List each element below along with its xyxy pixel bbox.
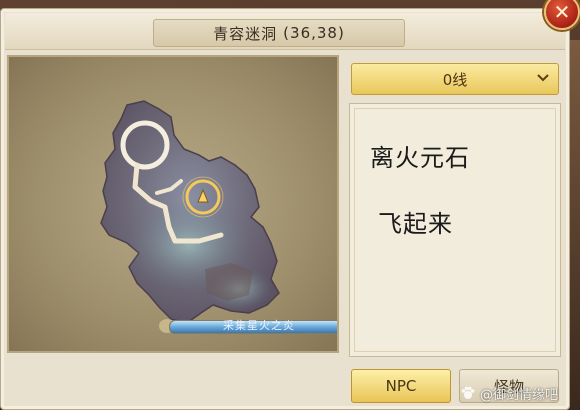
chevron-down-icon [536, 71, 550, 85]
paw-icon [461, 386, 475, 399]
close-icon: ✕ [553, 0, 571, 24]
note-line-1: 离火元石 [370, 144, 470, 172]
map-coordinates: (36,38) [283, 24, 345, 42]
map-title: 青容迷洞 (36,38) [153, 19, 405, 47]
server-line-select[interactable]: 0线 [351, 63, 559, 95]
server-line-value: 0线 [442, 70, 468, 89]
cave-map-drawing [100, 100, 280, 324]
minimap[interactable]: 采集星火之炎 [7, 55, 339, 353]
map-name: 青容迷洞 [213, 24, 278, 43]
progress-label: 采集星火之炎 [223, 319, 295, 332]
title-bar: 青容迷洞 (36,38) [5, 13, 565, 50]
progress-glow [337, 313, 339, 329]
gather-progress-bar: 采集星火之炎 [159, 313, 339, 337]
watermark: @御剑情缘吧 [460, 382, 578, 404]
tab-npc[interactable]: NPC [351, 369, 451, 403]
note-line-2: 飞起来 [378, 210, 453, 238]
map-window: 青容迷洞 (36,38) 采集星火之炎 0线 离火元石 飞起来 NPC 怪物 [0, 8, 570, 410]
watermark-text: @御剑情缘吧 [480, 387, 559, 403]
info-panel: 离火元石 飞起来 [349, 103, 561, 357]
